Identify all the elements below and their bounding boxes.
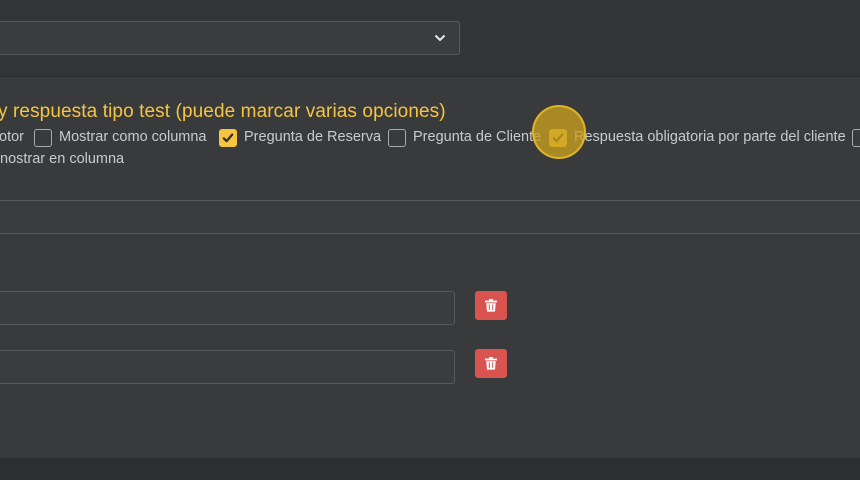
answer-input-1[interactable] (0, 291, 455, 325)
bottom-strip (0, 458, 860, 480)
top-area (0, 0, 860, 76)
chevron-down-icon (435, 35, 445, 41)
question-text-field[interactable] (0, 200, 860, 234)
check-icon (552, 133, 564, 143)
question-panel: y respuesta tipo test (puede marcar vari… (0, 76, 860, 458)
trash-icon (485, 357, 497, 370)
option-label-mostrar-columna: Mostrar como columna (59, 129, 207, 145)
question-title: y respuesta tipo test (puede marcar vari… (0, 101, 446, 122)
checkbox-next-option[interactable] (852, 129, 860, 147)
answer-input-2[interactable] (0, 350, 455, 384)
delete-answer-button-2[interactable] (475, 349, 507, 378)
option-label-partial: otor (0, 129, 24, 145)
delete-answer-button-1[interactable] (475, 291, 507, 320)
checkbox-mostrar-columna[interactable] (34, 129, 52, 147)
option-label-respuesta-obligatoria: Respuesta obligatoria por parte del clie… (574, 129, 846, 145)
option-label-mostrar-en-columna: nostrar en columna (0, 151, 125, 167)
trash-icon (485, 299, 497, 312)
checkbox-respuesta-obligatoria[interactable] (549, 129, 567, 147)
checkbox-pregunta-cliente[interactable] (388, 129, 406, 147)
option-label-pregunta-reserva: Pregunta de Reserva (244, 129, 382, 145)
check-icon (222, 133, 234, 143)
option-label-pregunta-cliente: Pregunta de Cliente (413, 129, 542, 145)
top-select[interactable] (0, 21, 460, 55)
checkbox-pregunta-reserva[interactable] (219, 129, 237, 147)
